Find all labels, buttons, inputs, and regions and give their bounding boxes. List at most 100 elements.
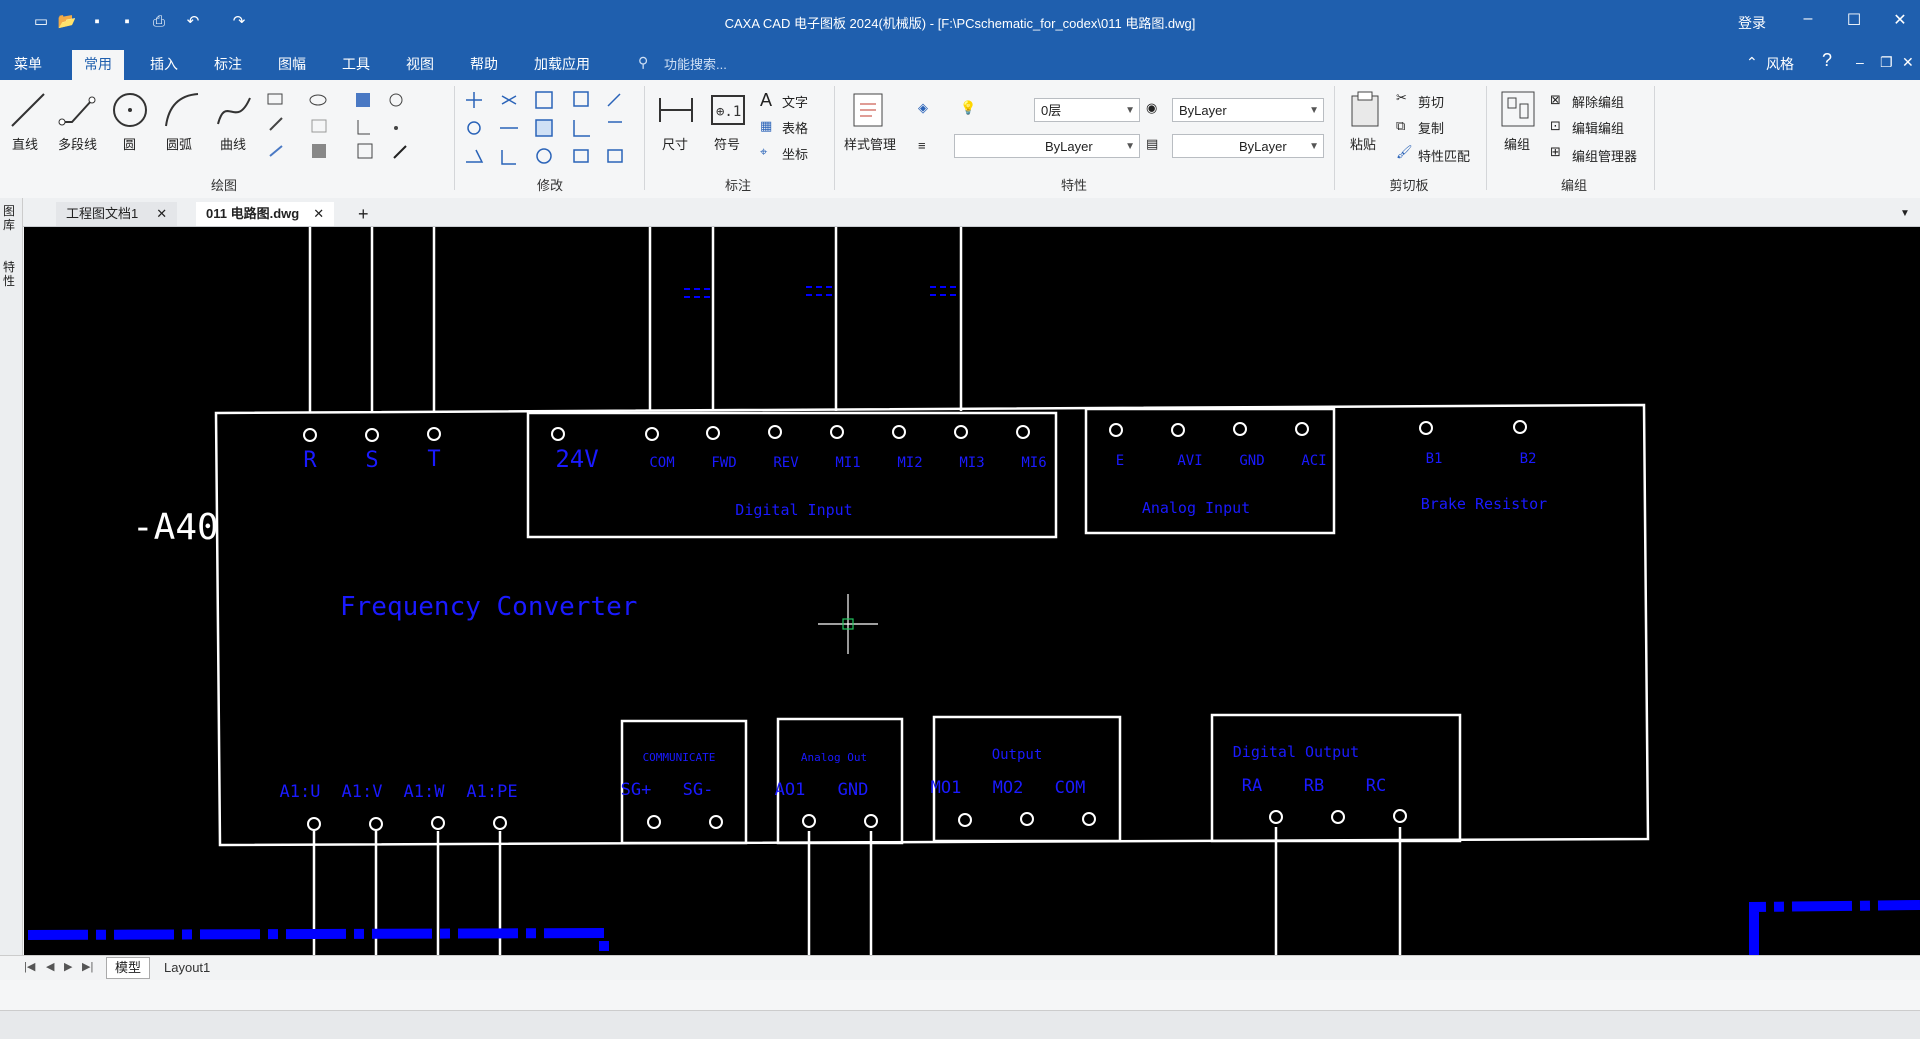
menu-insert[interactable]: 插入	[150, 54, 178, 74]
window-title: CAXA CAD 电子图板 2024(机械版) - [F:\PCschemati…	[724, 16, 1196, 31]
function-search-input[interactable]: 功能搜索...	[664, 54, 727, 73]
last-layout-icon[interactable]: ▶|	[82, 960, 93, 973]
status-bar	[0, 1010, 1920, 1039]
lightbulb-icon[interactable]: 💡	[960, 100, 976, 116]
style-manager-icon[interactable]	[850, 90, 890, 130]
polyline-icon[interactable]	[58, 90, 98, 130]
menu-help[interactable]: 帮助	[470, 54, 498, 74]
new-tab-button[interactable]: +	[348, 202, 379, 226]
lineweight-icon[interactable]: ▤	[1146, 136, 1158, 152]
terminal-label: S	[365, 448, 378, 473]
doc-tab-drawing1[interactable]: 工程图文档1 ✕	[56, 202, 178, 226]
symbol-button-label[interactable]: 符号	[714, 134, 740, 153]
modify-tools[interactable]	[462, 88, 642, 172]
match-properties-icon[interactable]: 🖌	[1396, 144, 1413, 160]
tab-layout1[interactable]: Layout1	[156, 958, 218, 978]
terminal-label: A1:U	[280, 782, 321, 802]
lineweight-select[interactable]: ByLayer ▼	[1172, 134, 1324, 158]
terminal-label: A1:PE	[466, 782, 517, 802]
curve-icon[interactable]	[214, 90, 254, 130]
maximize-button[interactable]: ☐	[1840, 10, 1868, 30]
help-icon[interactable]: ?	[1822, 50, 1832, 71]
dimension-icon[interactable]	[656, 92, 696, 128]
layer-icon[interactable]: ◈	[918, 100, 928, 116]
style-dropdown[interactable]: 风格	[1766, 54, 1794, 74]
arc-button-label[interactable]: 圆弧	[166, 134, 192, 153]
doc-restore-button[interactable]: ❐	[1880, 54, 1893, 71]
coordinate-icon[interactable]: ⌖	[760, 144, 767, 160]
terminal-label: GND	[838, 780, 869, 800]
text-icon[interactable]: A	[760, 90, 772, 111]
close-icon[interactable]: ✕	[313, 206, 324, 221]
menu-tools[interactable]: 工具	[342, 54, 370, 74]
coordinate-button-label[interactable]: 坐标	[782, 144, 808, 163]
ungroup-icon[interactable]: ⊠	[1550, 92, 1561, 108]
layout-tab-bar: |◀ ◀ ▶ ▶| 模型 Layout1	[0, 955, 1920, 980]
cut-icon[interactable]: ✂	[1396, 90, 1407, 106]
close-icon[interactable]: ✕	[156, 206, 167, 221]
login-link[interactable]: 登录	[1738, 13, 1766, 33]
style-manager-label[interactable]: 样式管理	[844, 134, 896, 153]
tab-model[interactable]: 模型	[106, 957, 151, 979]
menu-annotate[interactable]: 标注	[214, 54, 242, 74]
table-button-label[interactable]: 表格	[782, 118, 808, 137]
collapse-ribbon-icon[interactable]: ⌃	[1746, 54, 1758, 71]
separator	[454, 86, 455, 190]
menu-common[interactable]: 常用	[72, 50, 124, 84]
minimize-button[interactable]: –	[1794, 10, 1822, 28]
library-panel-tab[interactable]: 图库	[3, 204, 17, 232]
close-button[interactable]: ✕	[1886, 10, 1914, 30]
color-wheel-icon[interactable]: ◉	[1146, 100, 1157, 116]
edit-group-icon[interactable]: ⊡	[1550, 118, 1561, 134]
circle-button-label[interactable]: 圆	[123, 134, 136, 153]
line-icon[interactable]	[8, 90, 48, 130]
paste-label[interactable]: 粘贴	[1350, 134, 1376, 153]
layer-select[interactable]: 0层 ▼	[1034, 98, 1140, 122]
color-select[interactable]: ByLayer ▼	[1172, 98, 1324, 122]
first-layout-icon[interactable]: |◀	[24, 960, 35, 973]
doc-minimize-button[interactable]: –	[1856, 54, 1864, 70]
circle-icon[interactable]	[110, 90, 150, 130]
menu-sheet[interactable]: 图幅	[278, 54, 306, 74]
doc-close-button[interactable]: ✕	[1902, 54, 1914, 71]
linetype-select[interactable]: ByLayer ▼	[954, 134, 1140, 158]
table-icon[interactable]: ▦	[760, 118, 772, 134]
linetype-list-icon[interactable]: ≡	[918, 138, 926, 153]
properties-panel-tab[interactable]: 特性	[3, 260, 17, 288]
polyline-button-label[interactable]: 多段线	[58, 134, 97, 153]
terminal-label: MO1	[931, 778, 962, 798]
menu-main[interactable]: 菜单	[14, 54, 42, 74]
copy-icon[interactable]: ⧉	[1396, 118, 1405, 134]
modify-group-label: 修改	[536, 178, 563, 193]
symbol-icon[interactable]: ⊕.1	[710, 92, 746, 128]
dimension-button-label[interactable]: 尺寸	[662, 134, 688, 153]
copy-label[interactable]: 复制	[1418, 118, 1444, 137]
prev-layout-icon[interactable]: ◀	[46, 960, 54, 973]
group-manager-label[interactable]: 编组管理器	[1572, 146, 1637, 165]
terminal-label: COM	[649, 455, 674, 471]
block-label: Digital Input	[735, 501, 852, 519]
ribbon: 直线 多段线 圆 圆弧 曲线 绘图 修改 尺寸 ⊕.1 符号 A 文字 ▦ 表格…	[0, 80, 1920, 199]
edit-group-label[interactable]: 编辑编组	[1572, 118, 1624, 137]
group-manager-icon[interactable]: ⊞	[1550, 144, 1561, 160]
drawing-canvas[interactable]: -A40 Frequency Converter R S T 24V COM F…	[24, 227, 1920, 955]
ungroup-label[interactable]: 解除编组	[1572, 92, 1624, 111]
menu-view[interactable]: 视图	[406, 54, 434, 74]
arc-icon[interactable]	[162, 90, 202, 130]
paste-icon[interactable]	[1348, 90, 1384, 130]
search-icon[interactable]: ⚲	[638, 54, 648, 71]
tab-list-chevron-icon[interactable]: ▼	[1890, 202, 1920, 226]
group-button-label[interactable]: 编组	[1504, 134, 1530, 153]
clipboard-group-label: 剪切板	[1389, 178, 1429, 193]
terminal-label: SG+	[621, 780, 652, 800]
curve-button-label[interactable]: 曲线	[220, 134, 246, 153]
cut-label[interactable]: 剪切	[1418, 92, 1444, 111]
line-button-label[interactable]: 直线	[12, 134, 38, 153]
group-icon[interactable]	[1500, 90, 1536, 130]
next-layout-icon[interactable]: ▶	[64, 960, 72, 973]
draw-small-tools[interactable]	[266, 90, 446, 170]
doc-tab-circuit[interactable]: 011 电路图.dwg ✕	[196, 202, 335, 226]
text-button-label[interactable]: 文字	[782, 92, 808, 111]
match-properties-label[interactable]: 特性匹配	[1418, 146, 1470, 165]
menu-load-app[interactable]: 加载应用	[534, 54, 590, 74]
